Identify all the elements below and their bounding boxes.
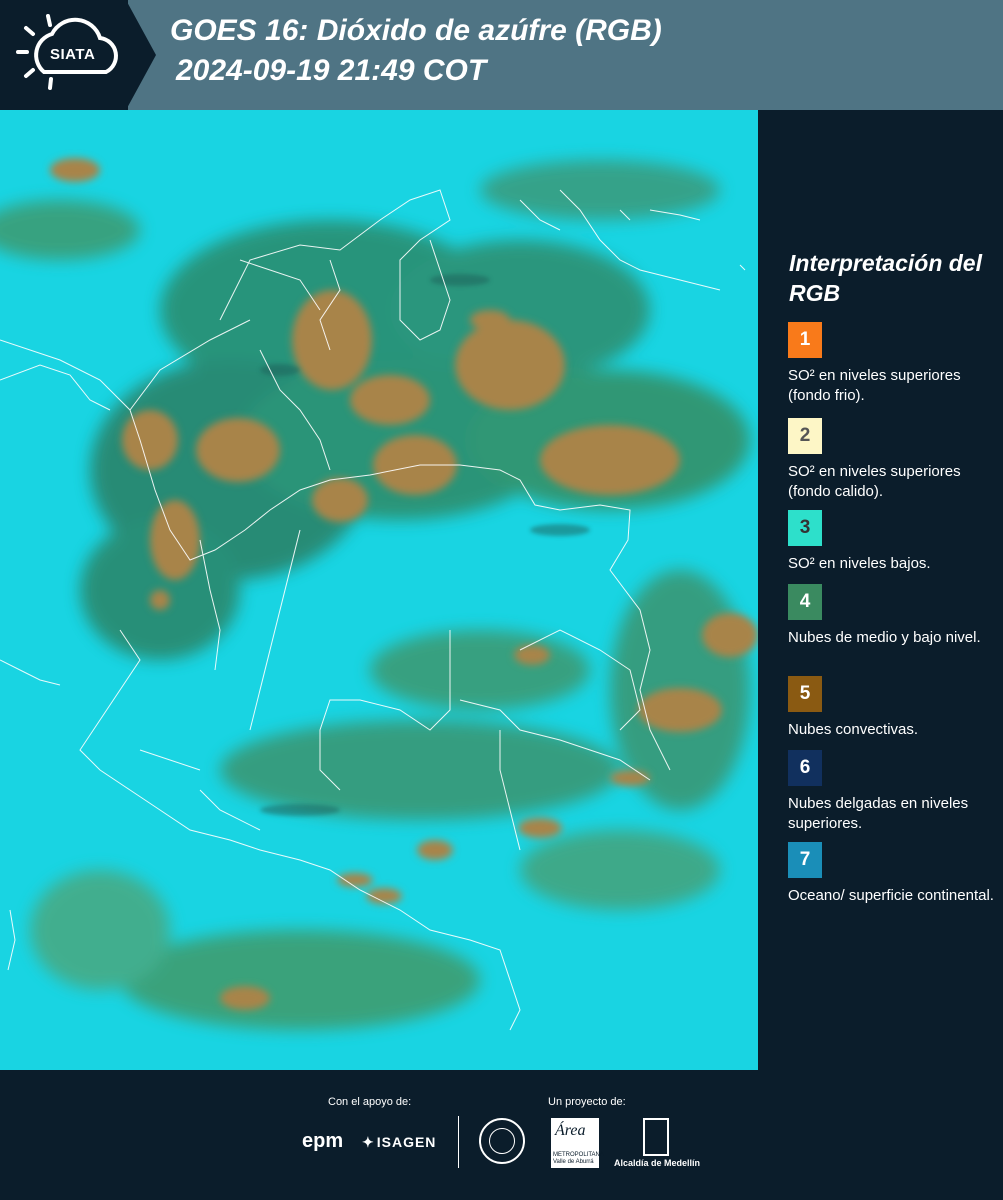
isagen-icon: ✦ xyxy=(362,1134,375,1150)
support-label: Con el apoyo de: xyxy=(328,1096,412,1108)
area-logo-text: Área xyxy=(555,1122,586,1139)
seal-inner xyxy=(489,1128,515,1154)
header-bar: SIATA GOES 16: Dióxido de azúfre (RGB) 2… xyxy=(0,0,1003,110)
legend-item-text: Oceano/ superficie continental. xyxy=(788,887,994,904)
medellin-seal-icon xyxy=(479,1118,525,1164)
isagen-logo: ✦ ISAGEN xyxy=(362,1134,436,1151)
project-label: Un proyecto de: xyxy=(548,1096,626,1108)
area-metropolitana-logo: Área METROPOLITANA Valle de Aburrá xyxy=(551,1118,604,1168)
legend-item-7: 7 Oceano/ superficie continental. xyxy=(788,842,998,906)
legend-item-3: 3 SO² en niveles bajos. xyxy=(788,510,998,574)
epm-logo: epm xyxy=(302,1130,344,1152)
legend-item-1: 1 SO² en niveles superiores (fondo frio)… xyxy=(788,322,998,406)
siata-logo: SIATA xyxy=(0,0,128,110)
legend-swatch: 2 xyxy=(788,418,822,454)
logo-text: SIATA xyxy=(50,46,96,63)
alcaldia-logo-text: Alcaldía de Medellín xyxy=(614,1158,701,1168)
legend-item-text: Nubes de medio y bajo nivel. xyxy=(788,629,981,646)
alcaldia-shield-icon xyxy=(643,1118,669,1156)
legend-item-text: Nubes convectivas. xyxy=(788,721,919,738)
legend-swatch: 3 xyxy=(788,510,822,546)
legend-panel: Interpretación del RGB 1 SO² en niveles … xyxy=(760,110,1003,1068)
legend-item-text: SO² en niveles superiores (fondo frio). xyxy=(788,367,961,404)
legend-item-2: 2 SO² en niveles superiores (fondo calid… xyxy=(788,418,998,502)
legend-title: Interpretación del RGB xyxy=(789,250,982,306)
legend-item-5: 5 Nubes convectivas. xyxy=(788,676,998,740)
area-logo-sub: METROPOLITANA Valle de Aburrá xyxy=(553,1152,604,1165)
logo-arrow-shape xyxy=(126,0,156,110)
page-timestamp: 2024-09-19 21:49 COT xyxy=(176,54,487,87)
legend-item-4: 4 Nubes de medio y bajo nivel. xyxy=(788,584,998,648)
legend-item-text: SO² en niveles bajos. xyxy=(788,555,931,572)
page-title: GOES 16: Dióxido de azúfre (RGB) xyxy=(170,14,662,47)
isagen-text: ISAGEN xyxy=(376,1134,437,1150)
legend-swatch: 1 xyxy=(788,322,822,358)
legend-swatch: 5 xyxy=(788,676,822,712)
legend-swatch: 6 xyxy=(788,750,822,786)
legend-item-text: SO² en niveles superiores (fondo calido)… xyxy=(788,463,961,500)
legend-item-text: Nubes delgadas en niveles superiores. xyxy=(788,795,969,832)
legend-swatch: 4 xyxy=(788,584,822,620)
satellite-map xyxy=(0,110,758,1070)
legend-swatch: 7 xyxy=(788,842,822,878)
legend-item-6: 6 Nubes delgadas en niveles superiores. xyxy=(788,750,998,834)
footer-divider xyxy=(458,1116,459,1168)
satellite-image xyxy=(0,110,758,1070)
footer: Con el apoyo de: Un proyecto de: epm ✦ IS… xyxy=(0,1070,1003,1200)
